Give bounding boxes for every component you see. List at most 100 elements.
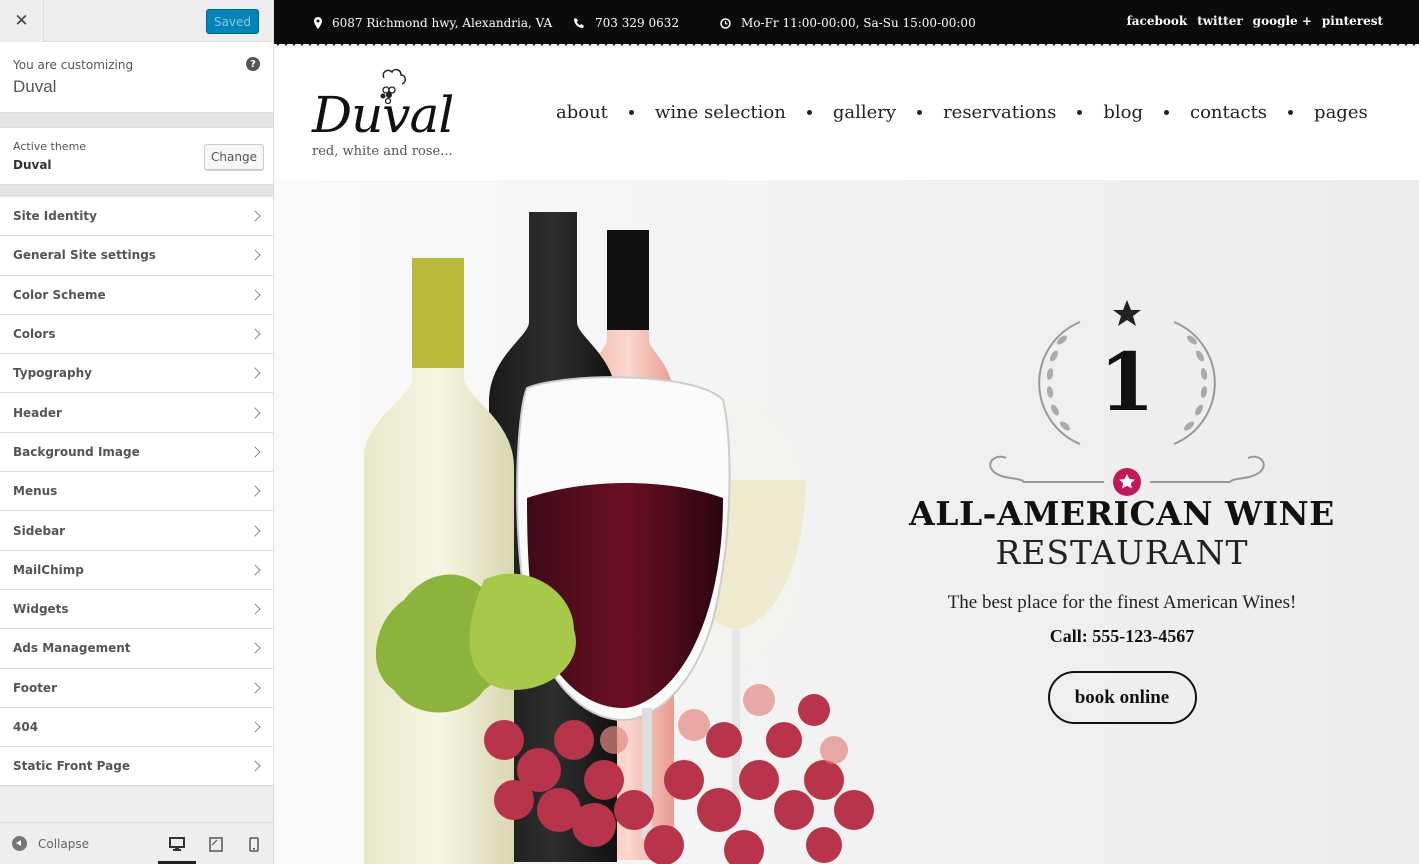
- google-plus-link[interactable]: google +: [1253, 14, 1312, 28]
- hero-section: 1 ALL-AMERICAN WINE RESTAURANT The best …: [274, 180, 1419, 864]
- facebook-link[interactable]: facebook: [1127, 14, 1188, 28]
- phone-text: 703 329 0632: [595, 16, 679, 30]
- panel-menus[interactable]: Menus: [0, 472, 273, 512]
- wine-image: [364, 212, 874, 864]
- grape-icon: [380, 68, 406, 105]
- zigzag-border: [274, 40, 1419, 48]
- address-text: 6087 Richmond hwy, Alexandria, VA: [332, 16, 553, 30]
- panel-label: Static Front Page: [13, 759, 130, 774]
- panel-label: MailChimp: [13, 562, 84, 577]
- divider: [0, 185, 273, 197]
- mobile-preview-button[interactable]: [245, 835, 263, 853]
- chevron-right-icon: [249, 446, 261, 458]
- panel-label: Sidebar: [13, 523, 66, 538]
- panel-typography[interactable]: Typography: [0, 354, 273, 394]
- chevron-right-icon: [249, 682, 261, 694]
- site-logo[interactable]: Duval red, white and rose...: [312, 68, 454, 159]
- address-info: 6087 Richmond hwy, Alexandria, VA: [314, 16, 552, 30]
- chevron-right-icon: [249, 642, 261, 655]
- twitter-link[interactable]: twitter: [1197, 14, 1242, 28]
- saved-button[interactable]: Saved: [206, 9, 259, 34]
- customizing-label: You are customizing: [13, 58, 134, 72]
- customizer-footer: Collapse: [0, 822, 273, 864]
- panel-list: Site Identity General Site settings Colo…: [0, 197, 273, 787]
- main-nav: about wine selection gallery reservation…: [556, 102, 1368, 123]
- active-theme-section: Active theme Duval Change: [0, 127, 273, 185]
- nav-item-blog[interactable]: blog: [1103, 102, 1143, 123]
- panel-sidebar[interactable]: Sidebar: [0, 511, 273, 551]
- customizer-header: ✕ Saved: [0, 0, 273, 42]
- site-name: Duval: [13, 77, 57, 96]
- panel-widgets[interactable]: Widgets: [0, 590, 273, 630]
- nav-separator: [628, 110, 634, 115]
- panel-ads-management[interactable]: Ads Management: [0, 629, 273, 669]
- chevron-right-icon: [249, 564, 261, 576]
- nav-separator: [1077, 110, 1083, 115]
- hero-text: ALL-AMERICAN WINE RESTAURANT The best pl…: [894, 300, 1350, 724]
- help-icon[interactable]: ?: [246, 57, 260, 71]
- collapse-label: Collapse: [38, 836, 89, 851]
- phone-info: 703 329 0632: [574, 16, 679, 30]
- panel-label: 404: [13, 720, 39, 734]
- nav-separator: [1164, 110, 1170, 115]
- mobile-icon: [249, 836, 259, 852]
- panel-color-scheme[interactable]: Color Scheme: [0, 276, 273, 315]
- panel-label: Site Identity: [13, 209, 97, 224]
- chevron-right-icon: [249, 210, 261, 222]
- social-links: facebook twitter google + pinterest: [1127, 14, 1383, 28]
- panel-general-site-settings[interactable]: General Site settings: [0, 236, 273, 276]
- panel-footer[interactable]: Footer: [0, 669, 273, 708]
- chevron-right-icon: [249, 367, 261, 379]
- logo-tagline: red, white and rose...: [312, 144, 453, 159]
- panel-static-front-page[interactable]: Static Front Page: [0, 747, 273, 787]
- close-icon: ✕: [14, 11, 29, 31]
- hero-call: Call: 555-123-4567: [1049, 626, 1195, 646]
- panel-label: Color Scheme: [13, 287, 106, 302]
- nav-item-wine-selection[interactable]: wine selection: [655, 102, 786, 123]
- phone-icon: [574, 17, 584, 28]
- chevron-right-icon: [249, 603, 261, 615]
- chevron-right-icon: [249, 760, 261, 772]
- tablet-preview-button[interactable]: [207, 835, 225, 853]
- nav-item-pages[interactable]: pages: [1314, 102, 1368, 123]
- panel-label: Header: [13, 405, 62, 420]
- book-online-button[interactable]: book online: [1047, 671, 1197, 724]
- panel-site-identity[interactable]: Site Identity: [0, 197, 273, 237]
- hours-info: Mo-Fr 11:00-00:00, Sa-Su 15:00-00:00: [720, 16, 976, 30]
- panel-label: Typography: [13, 366, 92, 381]
- site-header: Duval red, white and rose... about wine …: [274, 48, 1419, 180]
- desktop-icon: [169, 836, 185, 851]
- panel-label: Background Image: [13, 444, 140, 459]
- panel-label: Widgets: [13, 602, 69, 617]
- nav-item-reservations[interactable]: reservations: [943, 102, 1056, 123]
- panel-404[interactable]: 404: [0, 708, 273, 748]
- panel-background-image[interactable]: Background Image: [0, 433, 273, 473]
- close-button[interactable]: ✕: [0, 0, 44, 42]
- hero-title-line1: ALL-AMERICAN WINE: [909, 494, 1335, 533]
- nav-item-about[interactable]: about: [556, 102, 608, 123]
- panel-label: Menus: [13, 484, 58, 499]
- nav-separator: [917, 110, 923, 115]
- desktop-preview-button[interactable]: [158, 835, 196, 864]
- nav-separator: [1288, 110, 1294, 115]
- top-info-bar: 6087 Richmond hwy, Alexandria, VA 703 32…: [274, 0, 1419, 48]
- divider: [0, 113, 273, 127]
- chevron-right-icon: [249, 485, 261, 497]
- nav-item-gallery[interactable]: gallery: [833, 102, 896, 123]
- collapse-arrow-icon: [12, 836, 27, 851]
- chevron-right-icon: [249, 406, 261, 419]
- nav-separator: [806, 110, 812, 115]
- chevron-right-icon: [249, 289, 261, 301]
- site-preview: 6087 Richmond hwy, Alexandria, VA 703 32…: [274, 0, 1419, 864]
- customizing-info: You are customizing Duval ?: [0, 42, 273, 113]
- panel-colors[interactable]: Colors: [0, 315, 273, 355]
- panel-label: Footer: [13, 680, 57, 695]
- nav-item-contacts[interactable]: contacts: [1190, 102, 1267, 123]
- chevron-right-icon: [249, 524, 261, 537]
- chevron-right-icon: [249, 721, 261, 733]
- panel-mailchimp[interactable]: MailChimp: [0, 551, 273, 590]
- change-theme-button[interactable]: Change: [204, 144, 264, 170]
- panel-header[interactable]: Header: [0, 393, 273, 433]
- collapse-button[interactable]: Collapse: [12, 836, 89, 851]
- pinterest-link[interactable]: pinterest: [1322, 14, 1383, 28]
